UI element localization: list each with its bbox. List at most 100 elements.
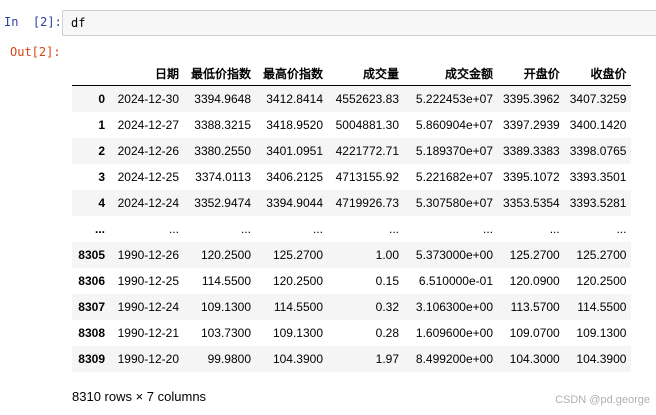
cell-close: ... <box>616 222 627 236</box>
header-row: 日期 最低价指数 最高价指数 成交量 成交金额 开盘价 收盘价 <box>72 62 632 86</box>
cell-close: 3393.5281 <box>569 196 627 210</box>
notebook-page: In [2]: df Out[2]: 日期 最低价指数 最高价指数 成交量 成交… <box>0 0 656 415</box>
cell-open: 3397.2939 <box>503 118 560 132</box>
cell-amount: 8.499200e+00 <box>415 352 493 366</box>
table-row: 4 2024-12-24 3352.9474 3394.9044 4719926.73 5… <box>72 190 632 216</box>
cell-close: 3400.1420 <box>569 118 627 132</box>
cell-low: 3380.2550 <box>194 144 251 158</box>
row-index: 8309 <box>78 352 105 366</box>
cell-low: 3374.0113 <box>195 170 251 184</box>
table-header: 日期 最低价指数 最高价指数 成交量 成交金额 开盘价 收盘价 <box>72 62 632 86</box>
cell-amount: 5.222453e+07 <box>415 92 493 106</box>
cell-high: 109.1300 <box>272 326 323 340</box>
cell-high: 120.2500 <box>272 274 323 288</box>
watermark: CSDN @pd.george <box>555 394 650 406</box>
cell-open: 3389.3383 <box>503 144 560 158</box>
input-prompt: In [2]: <box>4 15 62 29</box>
column-header-close: 收盘价 <box>564 62 632 86</box>
cell-close: 3398.0765 <box>569 144 627 158</box>
column-header-date: 日期 <box>110 62 184 86</box>
cell-open: 3395.1072 <box>503 170 560 184</box>
row-index: 2 <box>98 144 105 158</box>
cell-low: 120.2500 <box>200 248 251 262</box>
cell-date: 2024-12-24 <box>117 196 179 210</box>
cell-volume: 4713155.92 <box>335 170 399 184</box>
cell-open: 109.0700 <box>509 326 560 340</box>
cell-amount: 5.189370e+07 <box>415 144 493 158</box>
table-row: 3 2024-12-25 3374.0113 3406.2125 4713155.92 5… <box>72 164 631 190</box>
cell-high: 104.3900 <box>272 352 323 366</box>
column-header-low: 最低价指数 <box>184 62 256 86</box>
cell-low: 109.1300 <box>200 300 251 314</box>
cell-high: 3406.2125 <box>266 170 323 184</box>
table-row: 8307 1990-12-24 109.1300 114.5500 0.32 3.1063… <box>72 294 632 320</box>
column-header-volume: 成交量 <box>328 62 404 86</box>
cell-amount: 1.609600e+00 <box>415 326 493 340</box>
cell-low: 114.5500 <box>201 274 251 288</box>
cell-amount: 5.307580e+07 <box>415 196 493 210</box>
cell-open: 125.2700 <box>509 248 560 262</box>
table-row: 1 2024-12-27 3388.3215 3418.9520 5004881.30 5… <box>72 112 631 138</box>
cell-amount: 6.510000e-01 <box>418 274 493 288</box>
cell-close: 104.3900 <box>576 352 627 366</box>
cell-high: 3401.0951 <box>266 144 323 158</box>
cell-volume: 1.00 <box>375 248 399 262</box>
cell-volume: ... <box>388 222 399 236</box>
cell-open: ... <box>549 222 560 236</box>
dataframe-shape: 8310 rows × 7 columns <box>72 389 207 404</box>
cell-close: 109.1300 <box>576 326 627 340</box>
cell-open: 3353.5354 <box>503 196 560 210</box>
cell-amount: ... <box>482 222 493 236</box>
cell-high: 3418.9520 <box>266 118 323 132</box>
table-row: 8306 1990-12-25 114.5500 120.2500 0.15 6.5100… <box>72 268 631 294</box>
row-index: 1 <box>98 118 105 132</box>
row-index: 8306 <box>78 274 105 288</box>
cell-volume: 0.32 <box>375 300 399 314</box>
cell-close: 3393.3501 <box>569 170 627 184</box>
cell-open: 104.3000 <box>509 352 560 366</box>
cell-high: ... <box>312 222 323 236</box>
row-index: 8308 <box>78 326 105 340</box>
cell-amount: 3.106300e+00 <box>415 300 493 314</box>
column-header-amount: 成交金额 <box>404 62 498 86</box>
cell-volume: 5004881.30 <box>335 118 399 132</box>
cell-low: 103.7300 <box>200 326 251 340</box>
cell-date: 1990-12-25 <box>117 274 179 288</box>
dataframe-table: 日期 最低价指数 最高价指数 成交量 成交金额 开盘价 收盘价 0 2024-12… <box>72 62 632 372</box>
cell-open: 113.5700 <box>510 300 560 314</box>
cell-low: 3394.9648 <box>194 92 251 106</box>
row-index: 8307 <box>78 300 105 314</box>
code-text[interactable]: df <box>71 16 85 30</box>
cell-amount: 5.221682e+07 <box>415 170 493 184</box>
row-index: 0 <box>98 92 105 106</box>
cell-date: 2024-12-25 <box>117 170 179 184</box>
cell-high: 125.2700 <box>272 248 323 262</box>
cell-low: 99.9800 <box>207 352 251 366</box>
table-row: 8309 1990-12-20 99.9800 104.3900 1.97 8.49920… <box>72 346 632 372</box>
cell-volume: 4552623.83 <box>335 92 399 106</box>
cell-amount: 5.373000e+00 <box>415 248 493 262</box>
column-header-high: 最高价指数 <box>256 62 328 86</box>
cell-date: 2024-12-30 <box>117 92 179 106</box>
column-header-index <box>72 62 110 86</box>
row-index: ... <box>94 222 105 236</box>
cell-close: 125.2700 <box>576 248 627 262</box>
cell-date: 1990-12-21 <box>117 326 179 340</box>
cell-volume: 0.15 <box>375 274 399 288</box>
cell-date: 1990-12-26 <box>117 248 179 262</box>
cell-date: 1990-12-24 <box>117 300 179 314</box>
column-header-open: 开盘价 <box>498 62 565 86</box>
row-index: 8305 <box>78 248 105 262</box>
table-row: 2 2024-12-26 3380.2550 3401.0951 4221772.71 5… <box>72 138 632 164</box>
cell-low: 3352.9474 <box>194 196 251 210</box>
cell-volume: 0.28 <box>375 326 399 340</box>
cell-date: 2024-12-26 <box>117 144 179 158</box>
cell-low: 3388.3215 <box>194 118 251 132</box>
table-row: 8308 1990-12-21 103.7300 109.1300 0.28 1.6096… <box>72 320 631 346</box>
cell-close: 3407.3259 <box>569 92 627 106</box>
code-input-cell[interactable]: df <box>62 10 656 36</box>
cell-volume: 4221772.71 <box>335 144 399 158</box>
cell-high: 3412.8414 <box>266 92 323 106</box>
row-index: 3 <box>98 170 105 184</box>
cell-amount: 5.860904e+07 <box>415 118 493 132</box>
